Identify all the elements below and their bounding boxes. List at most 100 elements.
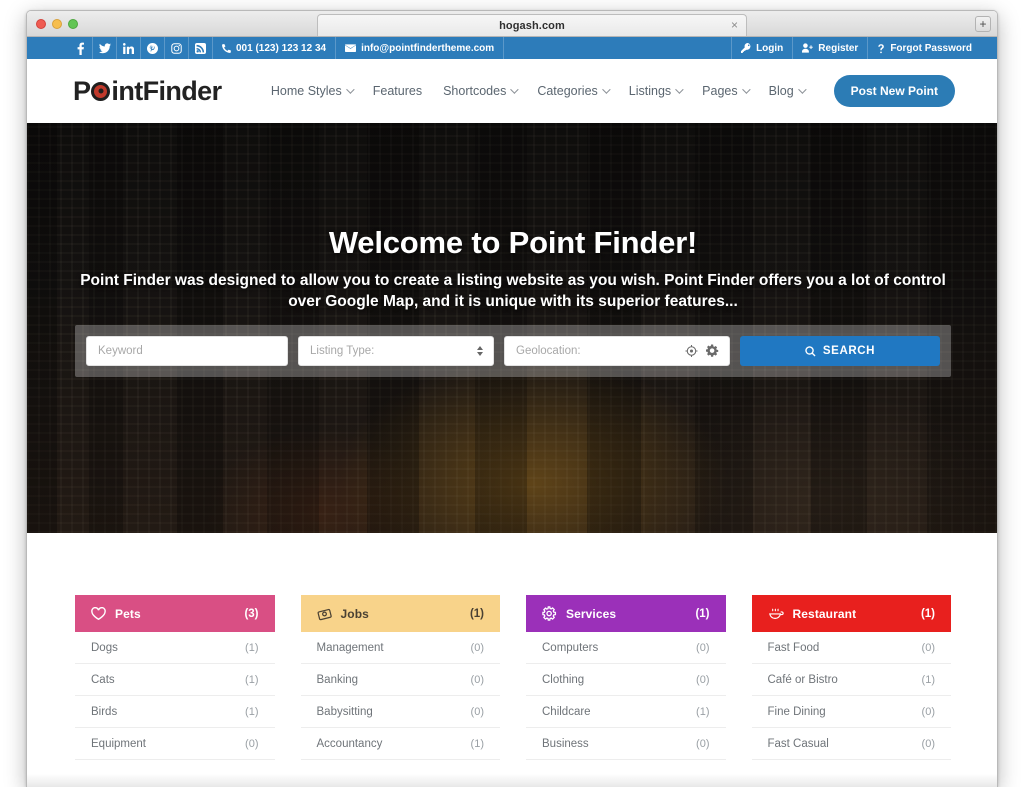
category-item-label: Babysitting [316, 705, 373, 718]
viewport-bottom-shadow [27, 774, 997, 787]
hero-section: Welcome to Point Finder! Point Finder wa… [27, 123, 997, 533]
register-link[interactable]: Register [792, 37, 867, 59]
category-item-count: (0) [470, 641, 484, 654]
category-item[interactable]: Cats (1) [75, 664, 275, 696]
hero-subtitle: Point Finder was designed to allow you t… [80, 272, 946, 311]
nav-item-listings[interactable]: Listings [629, 84, 684, 98]
new-tab-icon[interactable]: + [975, 16, 991, 32]
category-count: (1) [695, 607, 710, 620]
nav-label: Categories [537, 84, 598, 98]
envelope-icon [345, 43, 357, 52]
category-item-count: (1) [696, 705, 710, 718]
category-item[interactable]: Fine Dining (0) [751, 696, 951, 728]
listing-type-select[interactable]: Listing Type: [298, 336, 494, 366]
category-item-label: Banking [316, 673, 359, 686]
top-utility-bar: 001 (123) 123 12 34 info@pointfinderthem… [27, 37, 997, 59]
category-item[interactable]: Computers (0) [526, 632, 726, 664]
tab-close-icon[interactable]: × [731, 19, 738, 32]
category-item-label: Accountancy [316, 737, 383, 750]
page-content: 001 (123) 123 12 34 info@pointfinderthem… [27, 37, 997, 760]
geolocation-tools [685, 344, 719, 358]
nav-item-shortcodes[interactable]: Shortcodes [443, 84, 519, 98]
category-count: (3) [244, 607, 259, 620]
close-window-button[interactable] [36, 19, 46, 29]
logo-text-before: P [73, 75, 91, 106]
login-link[interactable]: Login [731, 37, 792, 59]
chevron-down-icon [797, 85, 807, 94]
category-header[interactable]: Jobs (1) [300, 595, 500, 632]
search-button[interactable]: SEARCH [740, 336, 940, 366]
linkedin-icon[interactable] [117, 37, 141, 59]
minimize-window-button[interactable] [52, 19, 62, 29]
crosshair-icon[interactable] [685, 344, 698, 358]
chevron-down-icon [601, 85, 611, 94]
category-item[interactable]: Fast Casual (0) [751, 728, 951, 760]
category-item[interactable]: Banking (0) [300, 664, 500, 696]
chevron-down-icon [345, 85, 355, 94]
nav-item-blog[interactable]: Blog [769, 84, 807, 98]
logo-text-after: intFinder [111, 75, 222, 106]
category-item[interactable]: Babysitting (0) [300, 696, 500, 728]
listing-type-value: Listing Type: [310, 345, 375, 357]
category-item-label: Business [542, 737, 589, 750]
site-logo[interactable]: P intFinder [73, 76, 222, 107]
category-item[interactable]: Fast Food (0) [751, 632, 951, 664]
category-item-count: (0) [696, 673, 710, 686]
hero-title: Welcome to Point Finder! [328, 225, 698, 260]
post-new-point-button[interactable]: Post New Point [833, 75, 955, 107]
category-item[interactable]: Dogs (1) [75, 632, 275, 664]
forgot-password-link[interactable]: Forgot Password [867, 37, 981, 59]
category-item[interactable]: Management (0) [300, 632, 500, 664]
category-item-label: Café or Bistro [767, 673, 838, 686]
category-item[interactable]: Business (0) [526, 728, 726, 760]
category-item-count: (1) [470, 737, 484, 750]
pinterest-icon[interactable] [141, 37, 165, 59]
logo-pin-icon [91, 81, 111, 101]
category-title: Pets [115, 606, 141, 621]
maximize-window-button[interactable] [68, 19, 78, 29]
heart-icon [91, 606, 106, 621]
tag-icon [317, 607, 332, 621]
search-panel: Keyword Listing Type: Geolocation: SEARC… [75, 325, 951, 377]
keyword-input[interactable]: Keyword [86, 336, 288, 366]
category-item-count: (0) [921, 705, 935, 718]
nav-item-pages[interactable]: Pages [702, 84, 751, 98]
nav-item-categories[interactable]: Categories [537, 84, 611, 98]
category-item[interactable]: Equipment (0) [75, 728, 275, 760]
main-navigation: Home Styles Features Shortcodes Categori… [271, 75, 955, 107]
instagram-icon[interactable] [165, 37, 189, 59]
email-info[interactable]: info@pointfindertheme.com [336, 37, 505, 59]
category-item[interactable]: Clothing (0) [526, 664, 726, 696]
nav-item-features[interactable]: Features [373, 84, 422, 98]
category-header[interactable]: Services (1) [526, 595, 726, 632]
chevron-down-icon [510, 85, 519, 94]
category-item-label: Dogs [91, 641, 118, 654]
rss-icon[interactable] [189, 37, 213, 59]
search-button-label: SEARCH [822, 345, 876, 357]
category-item[interactable]: Accountancy (1) [300, 728, 500, 760]
nav-label: Shortcodes [443, 84, 507, 98]
question-mark-icon [878, 43, 885, 53]
email-address: info@pointfindertheme.com [361, 42, 495, 54]
nav-item-home-styles[interactable]: Home Styles [270, 84, 355, 98]
category-item[interactable]: Birds (1) [75, 696, 275, 728]
category-header[interactable]: Restaurant (1) [751, 595, 951, 632]
food-icon [768, 607, 784, 620]
facebook-icon[interactable] [69, 37, 93, 59]
twitter-icon[interactable] [93, 37, 117, 59]
category-card-restaurant: Restaurant (1) Fast Food (0) Café or Bis… [751, 595, 951, 760]
category-item-count: (0) [696, 737, 710, 750]
geolocation-input[interactable]: Geolocation: [504, 336, 730, 366]
category-item[interactable]: Childcare (1) [526, 696, 726, 728]
category-header[interactable]: Pets (3) [75, 595, 275, 632]
category-item-label: Birds [91, 705, 118, 718]
category-count: (1) [469, 607, 484, 620]
phone-info[interactable]: 001 (123) 123 12 34 [213, 37, 337, 59]
category-item-count: (0) [245, 737, 259, 750]
category-item-label: Cats [91, 673, 115, 686]
category-item-label: Equipment [91, 737, 146, 750]
nav-label: Home Styles [270, 84, 342, 98]
gear-icon[interactable] [706, 344, 719, 358]
category-item[interactable]: Café or Bistro (1) [751, 664, 951, 696]
browser-tab[interactable]: hogash.com × [317, 14, 747, 36]
